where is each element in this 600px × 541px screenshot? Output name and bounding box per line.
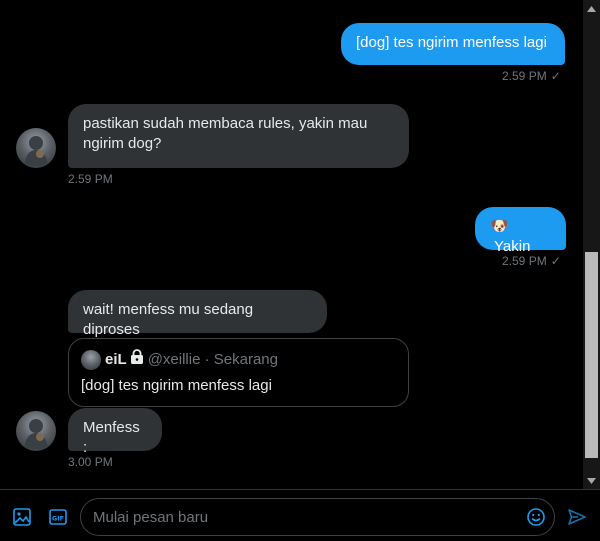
quoted-tweet-avatar: [81, 349, 101, 370]
check-icon: ✓: [550, 254, 561, 268]
scrollbar[interactable]: [583, 0, 600, 489]
message-text: wait! menfess mu sedang diproses: [83, 301, 254, 338]
message-bubble-received[interactable]: wait! menfess mu sedang diproses: [68, 290, 327, 338]
message-input-wrapper: [80, 498, 555, 536]
message-text: [dog] tes ngirim menfess lagi: [356, 34, 547, 51]
message-text: Yakin: [494, 238, 531, 255]
message-bubble-received[interactable]: Menfess :: [68, 408, 162, 456]
scrollbar-thumb[interactable]: [585, 252, 598, 458]
message-input[interactable]: [93, 499, 513, 535]
message-thread: [dog] tes ngirim menfess lagi 2.59 PM ✓ p…: [0, 0, 583, 489]
message-time: 2.59 PM: [502, 69, 547, 83]
dog-emoji: 🐶: [490, 218, 509, 235]
gif-label: GIF: [52, 515, 64, 523]
message-time: 2.59 PM: [502, 254, 547, 268]
message-time: 3.00 PM: [68, 455, 113, 469]
dm-conversation: [dog] tes ngirim menfess lagi 2.59 PM ✓ p…: [0, 0, 600, 541]
gif-icon[interactable]: GIF: [47, 506, 69, 528]
message-bubble-sent[interactable]: [dog] tes ngirim menfess lagi: [341, 23, 565, 65]
message-composer: GIF: [0, 489, 600, 541]
message-meta: 2.59 PM ✓: [502, 69, 561, 83]
quoted-tweet-text: [dog] tes ngirim menfess lagi: [81, 377, 272, 394]
message-text: Menfess :: [83, 419, 140, 456]
check-icon: ✓: [550, 69, 561, 83]
quoted-tweet-card[interactable]: eiL @xeillie · Sekarang [dog] tes ngirim…: [68, 338, 409, 407]
avatar[interactable]: [16, 411, 56, 451]
message-meta: 2.59 PM ✓: [502, 254, 561, 268]
message-bubble-received[interactable]: pastikan sudah membaca rules, yakin mau …: [68, 104, 409, 168]
quoted-tweet-handle: @xeillie · Sekarang: [147, 350, 278, 368]
image-icon[interactable]: [11, 506, 33, 528]
scroll-up-arrow-icon[interactable]: [583, 0, 600, 17]
message-text: pastikan sudah membaca rules, yakin mau …: [83, 115, 368, 152]
lock-icon: [130, 349, 144, 370]
message-bubble-sent[interactable]: 🐶 Yakin: [475, 207, 566, 255]
quoted-tweet-header: eiL @xeillie · Sekarang: [81, 349, 396, 370]
emoji-icon[interactable]: [526, 507, 546, 527]
message-time: 2.59 PM: [68, 172, 113, 186]
avatar[interactable]: [16, 128, 56, 168]
quoted-tweet-name: eiL: [105, 350, 127, 368]
scroll-down-arrow-icon[interactable]: [583, 472, 600, 489]
send-icon[interactable]: [566, 506, 588, 528]
